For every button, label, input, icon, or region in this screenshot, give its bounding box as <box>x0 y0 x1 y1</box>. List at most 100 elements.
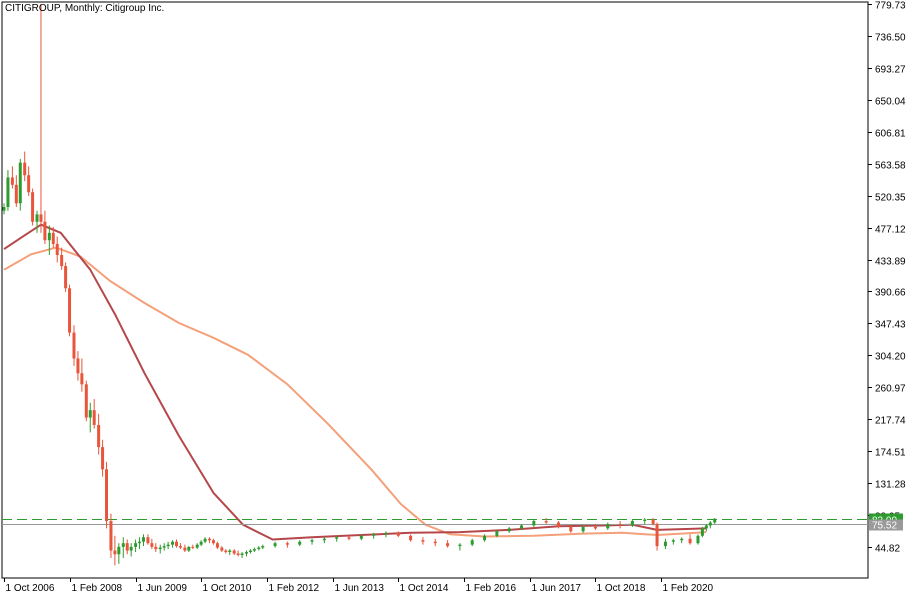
candle-body <box>520 525 524 529</box>
y-tick-label: 606.81 <box>875 129 906 140</box>
x-tick-label: 1 Oct 2014 <box>400 583 449 594</box>
candle-body <box>92 410 96 425</box>
candle-body <box>671 540 675 542</box>
chart-area: 779.73 736.50 693.27 650.04 606.81 563.58 520.… <box>0 0 915 600</box>
candle-body <box>138 541 142 544</box>
candle-body <box>713 518 717 523</box>
candle-body <box>125 543 129 551</box>
x-tick-label: 1 Oct 2010 <box>203 583 252 594</box>
candle-body <box>347 537 351 539</box>
candle-body <box>581 526 585 532</box>
y-tick-label: 304.20 <box>875 352 906 363</box>
x-tick-label: 1 Oct 2006 <box>6 583 55 594</box>
candle-body <box>162 546 166 548</box>
candle-body <box>117 546 121 555</box>
x-tick-label: 1 Oct 2018 <box>597 583 646 594</box>
chart-title: CITIGROUP, Monthly: Citigroup Inc. <box>5 3 165 14</box>
candle-body <box>372 534 376 536</box>
x-tick-label: 1 Feb 2016 <box>466 583 517 594</box>
candle-body <box>458 544 462 547</box>
candle-body <box>220 547 224 551</box>
candle-body <box>630 521 634 526</box>
candle-body <box>51 232 55 244</box>
candle-body <box>60 255 64 267</box>
x-tick-label: 1 Jun 2013 <box>335 583 385 594</box>
candle-body <box>31 192 35 222</box>
candle-body <box>421 540 425 542</box>
candle-body <box>80 373 84 385</box>
candle-body <box>252 549 256 551</box>
candle-body <box>141 537 145 542</box>
candle-body <box>154 546 158 550</box>
candle-body <box>285 543 289 545</box>
candle-body <box>396 532 400 536</box>
candle-body <box>257 547 261 550</box>
y-tick-label: 390.66 <box>875 288 906 299</box>
candle-body <box>655 523 659 547</box>
candle-body <box>409 535 413 541</box>
candle-body <box>76 358 80 374</box>
candle-body <box>322 538 326 541</box>
candle-body <box>43 221 47 241</box>
candle-body <box>569 526 573 532</box>
ma-slow-line <box>3 246 707 538</box>
candle-body <box>310 540 314 542</box>
candle-body <box>97 424 101 448</box>
candle-body <box>134 543 138 547</box>
plot-frame <box>1 1 869 579</box>
x-tick-label: 1 Jun 2009 <box>138 583 188 594</box>
candle-body <box>359 535 363 539</box>
candle-body <box>199 541 203 545</box>
candle-body <box>688 538 692 544</box>
x-tick-label: 1 Feb 2008 <box>72 583 123 594</box>
candle-body <box>175 541 179 547</box>
y-tick-label: 260.97 <box>875 384 906 395</box>
candle-body <box>593 526 597 529</box>
candle-body <box>150 543 154 547</box>
y-tick-label: 477.12 <box>875 225 906 236</box>
candle-body <box>88 410 92 418</box>
candle-body <box>232 550 236 554</box>
candle-body <box>84 384 88 418</box>
candle-body <box>532 521 536 526</box>
candle-body <box>166 544 170 547</box>
candle-body <box>298 541 302 545</box>
candle-body <box>240 553 244 555</box>
candle-body <box>27 175 31 193</box>
candle-body <box>507 528 511 532</box>
y-tick-label: 174.51 <box>875 448 906 459</box>
candle-body <box>708 522 712 526</box>
candle-body <box>696 535 700 544</box>
candle-body <box>495 531 499 536</box>
candle-body <box>35 214 39 222</box>
y-tick-label: 217.74 <box>875 416 906 427</box>
candle-body <box>64 266 68 289</box>
x-tick-label: 1 Feb 2020 <box>663 583 714 594</box>
candle-body <box>248 550 252 553</box>
candle-body <box>273 543 277 547</box>
candlestick-chart: 779.73 736.50 693.27 650.04 606.81 563.58 520.… <box>1 1 906 594</box>
candle-body <box>105 469 109 522</box>
y-tick-label: 433.89 <box>875 257 906 268</box>
candle-body <box>483 535 487 541</box>
candle-body <box>244 552 248 554</box>
secondary-level-label: 75.52 <box>872 521 897 532</box>
candle-body <box>6 177 10 207</box>
y-tick-label: 131.28 <box>875 480 906 491</box>
candle-body <box>236 553 240 555</box>
candle-body <box>121 543 125 547</box>
candle-body <box>55 243 59 256</box>
candle-body <box>680 538 684 541</box>
candle-body <box>10 177 14 185</box>
candle-body <box>211 540 215 544</box>
candle-body <box>171 541 175 545</box>
y-tick-label: 563.58 <box>875 161 906 172</box>
candle-body <box>651 519 655 524</box>
candle-body <box>215 543 219 548</box>
candle-body <box>129 546 133 551</box>
candle-body <box>109 521 113 551</box>
candle-body <box>39 214 43 222</box>
candle-body <box>704 525 708 529</box>
candle-body <box>195 544 199 548</box>
candle-body <box>606 523 610 529</box>
